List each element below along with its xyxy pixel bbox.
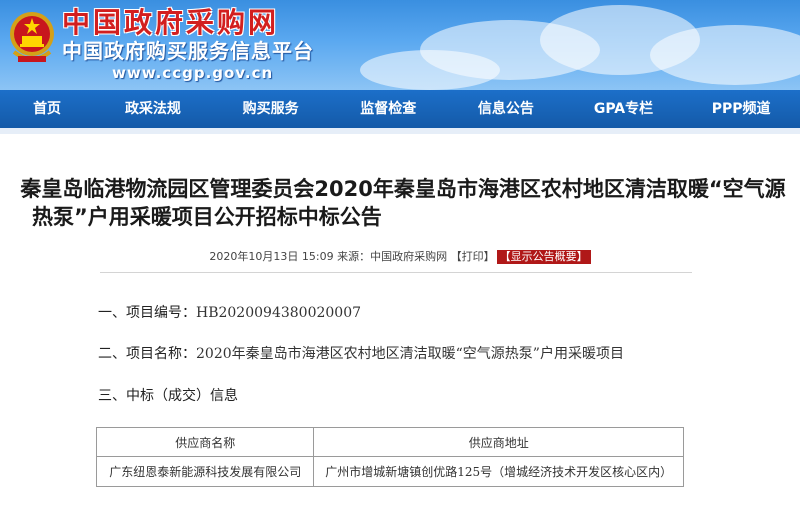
supplier-address-cell: 广州市增城新塘镇创优路125号（增城经济技术开发区核心区内） — [313, 456, 684, 487]
table-row: 广东纽恩泰新能源科技发展有限公司 广州市增城新塘镇创优路125号（增城经济技术开… — [95, 456, 684, 487]
nav-item-purchase-services[interactable]: 购买服务 — [212, 90, 330, 128]
project-name-value: 2020年秦皇岛市海港区农村地区清洁取暖“空气源热泵”户用采暖项目 — [196, 346, 624, 362]
article-meta: 2020年10月13日 15:09 来源：中国政府采购网 【打印】 【显示公告概要… — [0, 250, 800, 264]
main-nav: 首页 政采法规 购买服务 监督检查 信息公告 GPA专栏 PPP频道 — [0, 90, 800, 128]
winner-info-heading: 三、中标（成交）信息 — [98, 387, 238, 405]
nav-divider — [0, 128, 800, 134]
page-title-line2: 热泵”户用采暖项目公开招标中标公告 — [32, 205, 382, 229]
nav-item-announcements[interactable]: 信息公告 — [447, 90, 565, 128]
nav-item-gpa[interactable]: GPA专栏 — [565, 90, 683, 128]
show-abstract-button[interactable]: 【显示公告概要】 — [496, 250, 591, 264]
table-header-supplier-name: 供应商名称 — [95, 427, 315, 457]
project-name-label: 二、项目名称： — [98, 346, 196, 362]
national-emblem-icon — [10, 12, 54, 62]
project-number: 一、项目编号：HB2020094380020007 — [98, 304, 361, 322]
project-number-label: 一、项目编号： — [98, 305, 196, 321]
meta-divider — [100, 272, 692, 273]
project-number-value: HB2020094380020007 — [196, 305, 362, 321]
site-title: 中国政府采购网 — [62, 6, 280, 39]
page-title-line1: 秦皇岛临港物流园区管理委员会2020年秦皇岛市海港区农村地区清洁取暖“空气源 — [20, 177, 786, 201]
nav-item-home[interactable]: 首页 — [0, 90, 94, 128]
supplier-name-cell: 广东纽恩泰新能源科技发展有限公司 — [95, 456, 315, 487]
winner-info-label: 三、中标（成交）信息 — [98, 388, 238, 404]
banner-cloud — [360, 50, 500, 90]
site-banner: 中国政府采购网 中国政府购买服务信息平台 www.ccgp.gov.cn — [0, 0, 800, 90]
table-header-row: 供应商名称 供应商地址 — [95, 427, 684, 457]
nav-item-supervision[interactable]: 监督检查 — [329, 90, 447, 128]
winner-table: 供应商名称 供应商地址 广东纽恩泰新能源科技发展有限公司 广州市增城新塘镇创优路… — [95, 427, 684, 487]
nav-item-ppp[interactable]: PPP频道 — [682, 90, 800, 128]
page-title: 秦皇岛临港物流园区管理委员会2020年秦皇岛市海港区农村地区清洁取暖“空气源 热… — [18, 175, 788, 231]
site-url: www.ccgp.gov.cn — [112, 64, 274, 82]
publish-info: 2020年10月13日 15:09 来源：中国政府采购网 【打印】 — [209, 250, 495, 263]
table-header-supplier-address: 供应商地址 — [313, 427, 684, 457]
nav-item-regulations[interactable]: 政采法规 — [94, 90, 212, 128]
project-name: 二、项目名称：2020年秦皇岛市海港区农村地区清洁取暖“空气源热泵”户用采暖项目 — [98, 345, 624, 363]
site-subtitle: 中国政府购买服务信息平台 — [62, 39, 314, 63]
banner-cloud — [650, 25, 800, 85]
